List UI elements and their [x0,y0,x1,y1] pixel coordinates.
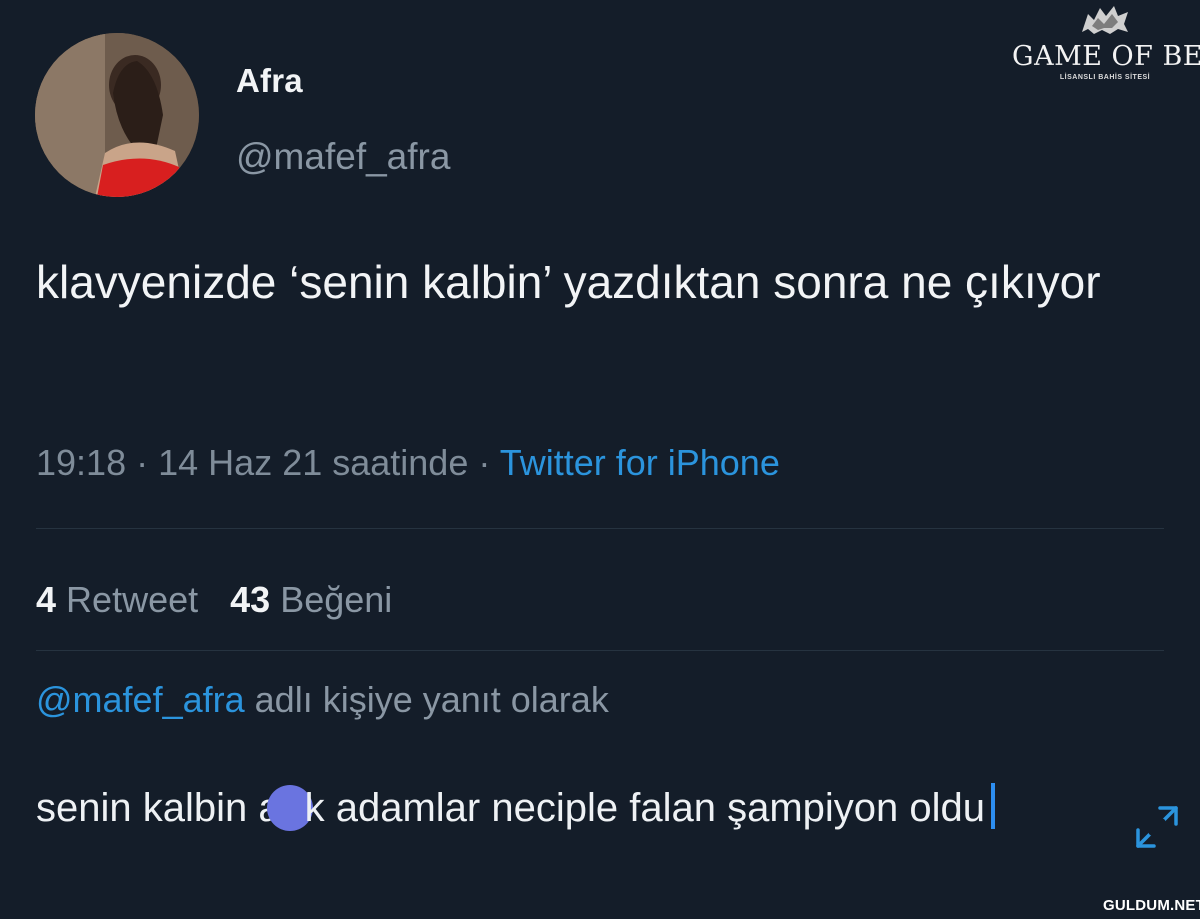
like-count: 43 [230,579,271,620]
compose-text-after: k adamlar neciple falan şampiyon oldu [304,786,985,830]
divider [36,528,1164,529]
brand-name: GAME OF BET [1012,41,1200,72]
compose-text-before: senin kalbin a [36,786,281,830]
tweet-text: klavyenizde ‘senin kalbin’ yazdıktan son… [36,256,1101,308]
meta-separator: · [478,442,491,483]
retweet-count: 4 [36,579,57,620]
wolf-head-icon [1082,6,1128,34]
avatar[interactable] [35,33,199,197]
brand-logo: GAME OF BET LİSANSLI BAHİS SİTESİ [1012,2,1200,98]
tweet-date: 14 Haz 21 saatinde [158,442,469,483]
reply-mention-link[interactable]: @mafef_afra [36,679,245,720]
tweet-time: 19:18 [36,442,127,483]
retweet-label: Retweet [66,579,199,620]
reply-suffix: adlı kişiye yanıt olarak [254,679,609,720]
engagement-stats: 4 Retweet 43 Beğeni [36,579,392,621]
replying-to: @mafef_afra adlı kişiye yanıt olarak [36,679,609,721]
avatar-photo [35,33,199,197]
like-stat[interactable]: 43 Beğeni [230,579,392,620]
tweet-source-link[interactable]: Twitter for iPhone [500,442,780,483]
tweet-meta: 19:18 · 14 Haz 21 saatinde · Twitter for… [36,442,780,484]
reply-compose-field[interactable]: senin kalbin a k adamlar neciple falan şa… [36,780,1096,836]
text-cursor [991,783,995,829]
retweet-stat[interactable]: 4 Retweet [36,579,198,620]
site-watermark: GULDUM.NET [1103,897,1200,914]
like-label: Beğeni [280,579,393,620]
tweet-screen: Afra @mafef_afra klavyenizde ‘senin kalb… [0,0,1200,919]
display-name[interactable]: Afra [236,62,303,100]
divider [36,650,1164,651]
meta-separator: · [136,442,149,483]
expand-arrows-icon[interactable] [1128,798,1186,856]
user-handle[interactable]: @mafef_afra [236,136,450,178]
brand-tagline: LİSANSLI BAHİS SİTESİ [1059,74,1151,81]
